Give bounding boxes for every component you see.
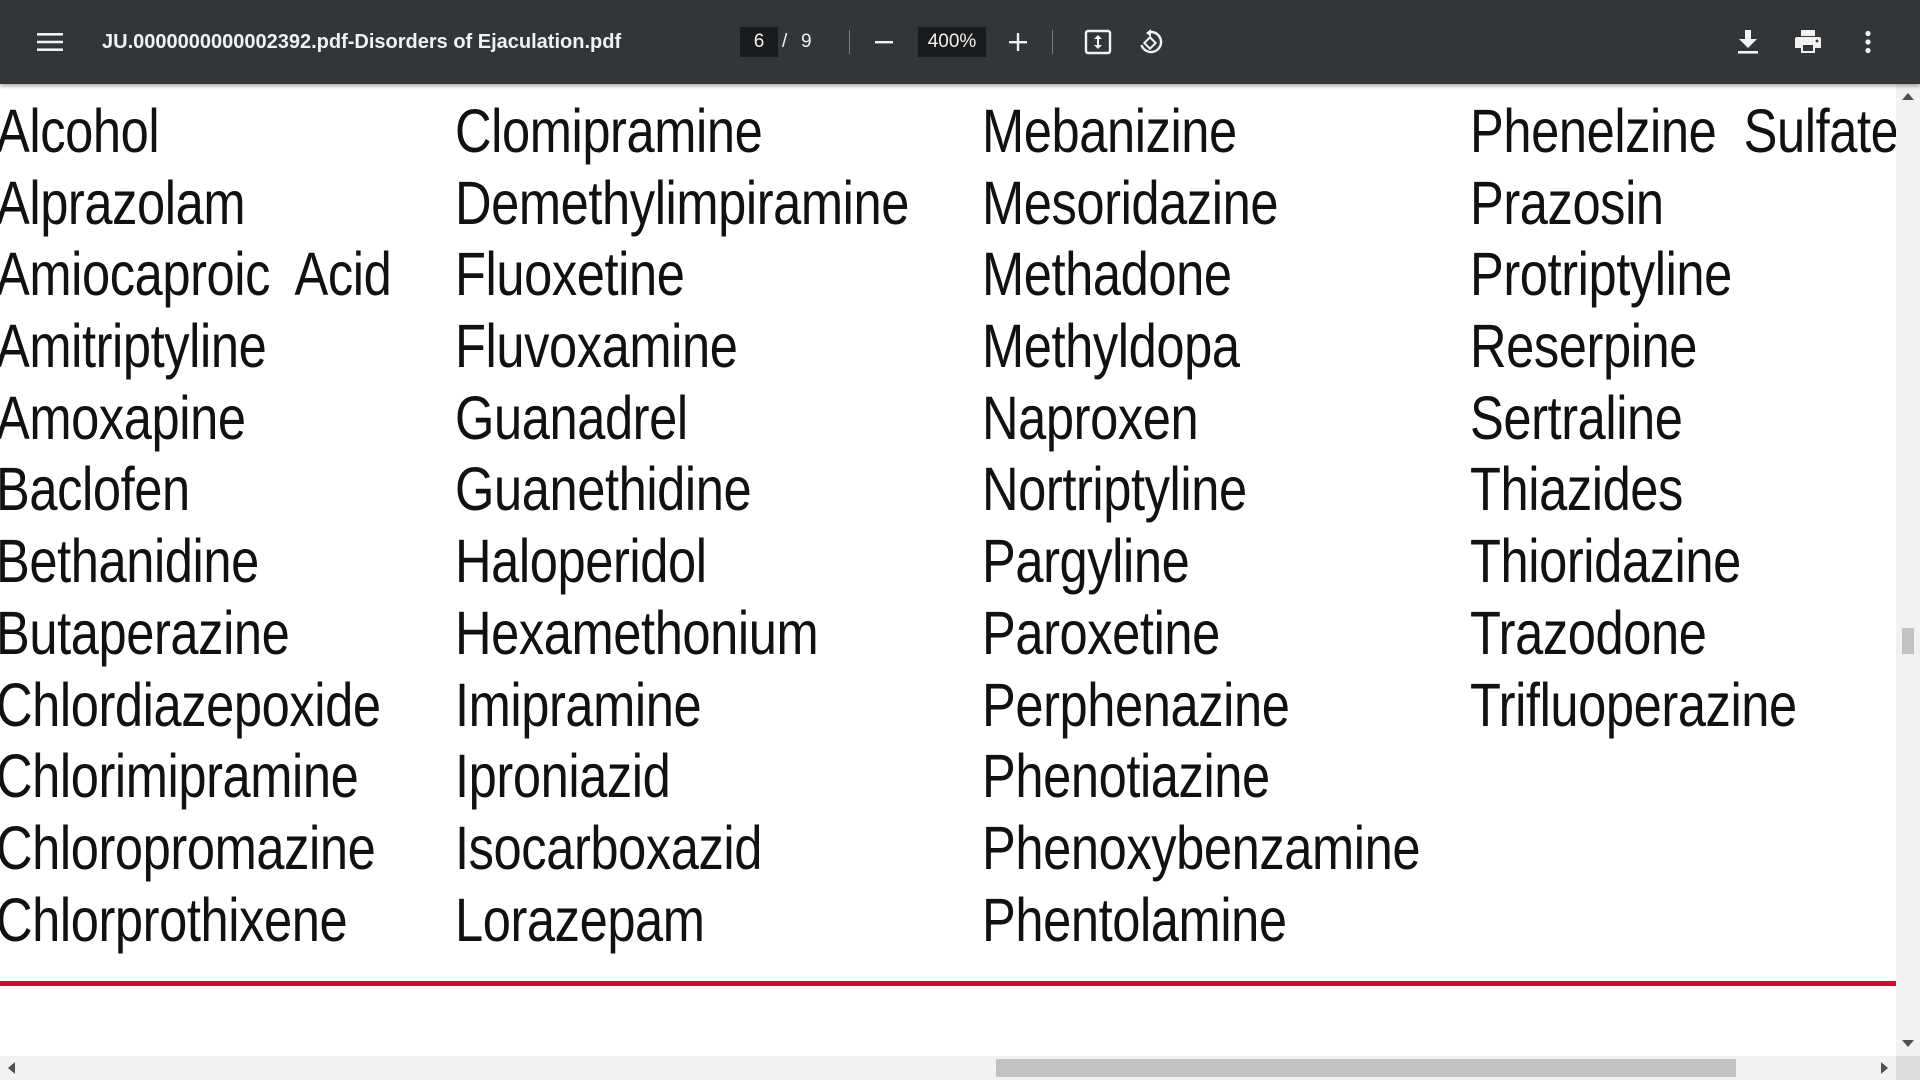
- drug-name: Fluvoxamine: [455, 312, 738, 381]
- drug-name: Clomipramine: [455, 97, 763, 165]
- drug-name: Chlorprothixene: [0, 885, 348, 954]
- drug-name: Amoxapine: [0, 383, 246, 452]
- pdf-page-viewport: Alcohol Alprazolam Amiocaproic Acid Amit…: [0, 84, 1896, 1056]
- drug-name: Perphenazine: [982, 670, 1290, 739]
- plus-icon: [1009, 33, 1027, 51]
- pdf-toolbar: JU.0000000000002392.pdf-Disorders of Eja…: [0, 0, 1920, 84]
- scroll-down-arrow-icon[interactable]: [1902, 1040, 1914, 1047]
- zoom-level-input[interactable]: [918, 27, 986, 57]
- drug-name: Phenoxybenzamine: [982, 813, 1421, 882]
- drug-name: Iproniazid: [455, 742, 671, 811]
- drug-name: Thiazides: [1470, 455, 1683, 524]
- drug-name: Demethylimpiramine: [455, 168, 909, 237]
- hamburger-menu-icon[interactable]: [26, 18, 74, 66]
- fit-to-page-icon[interactable]: [1074, 18, 1122, 66]
- drug-name: Imipramine: [455, 670, 702, 739]
- drug-name: Amitriptyline: [0, 312, 267, 381]
- drug-name: Chloropromazine: [0, 813, 376, 882]
- drug-name: Thioridazine: [1470, 527, 1741, 596]
- drug-name: Butaperazine: [0, 598, 290, 667]
- drug-name: Amiocaproic Acid: [0, 240, 392, 309]
- drug-name: Guanadrel: [455, 383, 688, 452]
- drug-name: Trazodone: [1470, 598, 1707, 667]
- zoom-in-button[interactable]: [994, 18, 1042, 66]
- toolbar-divider: [849, 30, 850, 54]
- drug-name: Chlordiazepoxide: [0, 670, 381, 739]
- drug-name: Bethanidine: [0, 527, 259, 596]
- horizontal-scrollbar[interactable]: [0, 1056, 1896, 1080]
- zoom-out-button[interactable]: [860, 18, 908, 66]
- drug-name: Lorazepam: [455, 885, 705, 954]
- vertical-scroll-thumb[interactable]: [1902, 628, 1914, 654]
- drug-name: Methyldopa: [982, 312, 1240, 381]
- drug-name: Protriptyline: [1470, 240, 1732, 309]
- drug-column-2: Clomipramine Demethylimpiramine Fluoxeti…: [455, 96, 1002, 956]
- drug-name: Phenelzine Sulfate: [1470, 97, 1896, 165]
- drug-name: Haloperidol: [455, 527, 707, 596]
- current-page-input[interactable]: [740, 27, 778, 57]
- toolbar-divider: [1052, 30, 1053, 54]
- drug-name: Naproxen: [982, 383, 1199, 452]
- drug-column-3: Mebanizine Mesoridazine Methadone Methyl…: [982, 96, 1510, 956]
- drug-name: Hexamethonium: [455, 598, 819, 667]
- vertical-scrollbar[interactable]: [1896, 84, 1920, 1056]
- drug-name: Nortriptyline: [982, 455, 1247, 524]
- drug-name: Alcohol: [0, 97, 160, 165]
- drug-name: Pargyline: [982, 527, 1190, 596]
- drug-name: Methadone: [982, 240, 1232, 309]
- drug-name: Guanethidine: [455, 455, 752, 524]
- scroll-left-arrow-icon[interactable]: [8, 1062, 15, 1074]
- drug-name: Chlorimipramine: [0, 742, 359, 811]
- drug-name: Phenotiazine: [982, 742, 1270, 811]
- horizontal-scroll-thumb[interactable]: [996, 1059, 1736, 1077]
- section-divider-rule: [0, 981, 1896, 986]
- total-pages: 9: [801, 31, 812, 52]
- drug-name: Isocarboxazid: [455, 813, 762, 882]
- drug-column-4: Phenelzine Sulfate Prazosin Protriptylin…: [1470, 96, 1896, 741]
- drug-name: Trifluoperazine: [1470, 670, 1797, 739]
- scroll-right-arrow-icon[interactable]: [1881, 1062, 1888, 1074]
- scroll-up-arrow-icon[interactable]: [1902, 93, 1914, 100]
- drug-name: Reserpine: [1470, 312, 1698, 381]
- drug-name: Sertraline: [1470, 383, 1683, 452]
- drug-name: Paroxetine: [982, 598, 1220, 667]
- rotate-counterclockwise-icon[interactable]: [1127, 18, 1175, 66]
- drug-name: Alprazolam: [0, 168, 246, 237]
- document-title: JU.0000000000002392.pdf-Disorders of Eja…: [102, 30, 622, 53]
- drug-name: Baclofen: [0, 455, 190, 524]
- drug-column-1: Alcohol Alprazolam Amiocaproic Acid Amit…: [0, 96, 472, 956]
- drug-name: Mesoridazine: [982, 168, 1279, 237]
- drug-name: Phentolamine: [982, 885, 1287, 954]
- download-icon[interactable]: [1724, 18, 1772, 66]
- print-icon[interactable]: [1784, 18, 1832, 66]
- more-vertical-icon[interactable]: [1844, 18, 1892, 66]
- drug-name: Mebanizine: [982, 97, 1237, 165]
- drug-name: Prazosin: [1470, 168, 1664, 237]
- drug-name: Fluoxetine: [455, 240, 685, 309]
- scrollbar-corner: [1896, 1056, 1920, 1080]
- minus-icon: [875, 41, 893, 44]
- page-separator: /: [782, 31, 788, 52]
